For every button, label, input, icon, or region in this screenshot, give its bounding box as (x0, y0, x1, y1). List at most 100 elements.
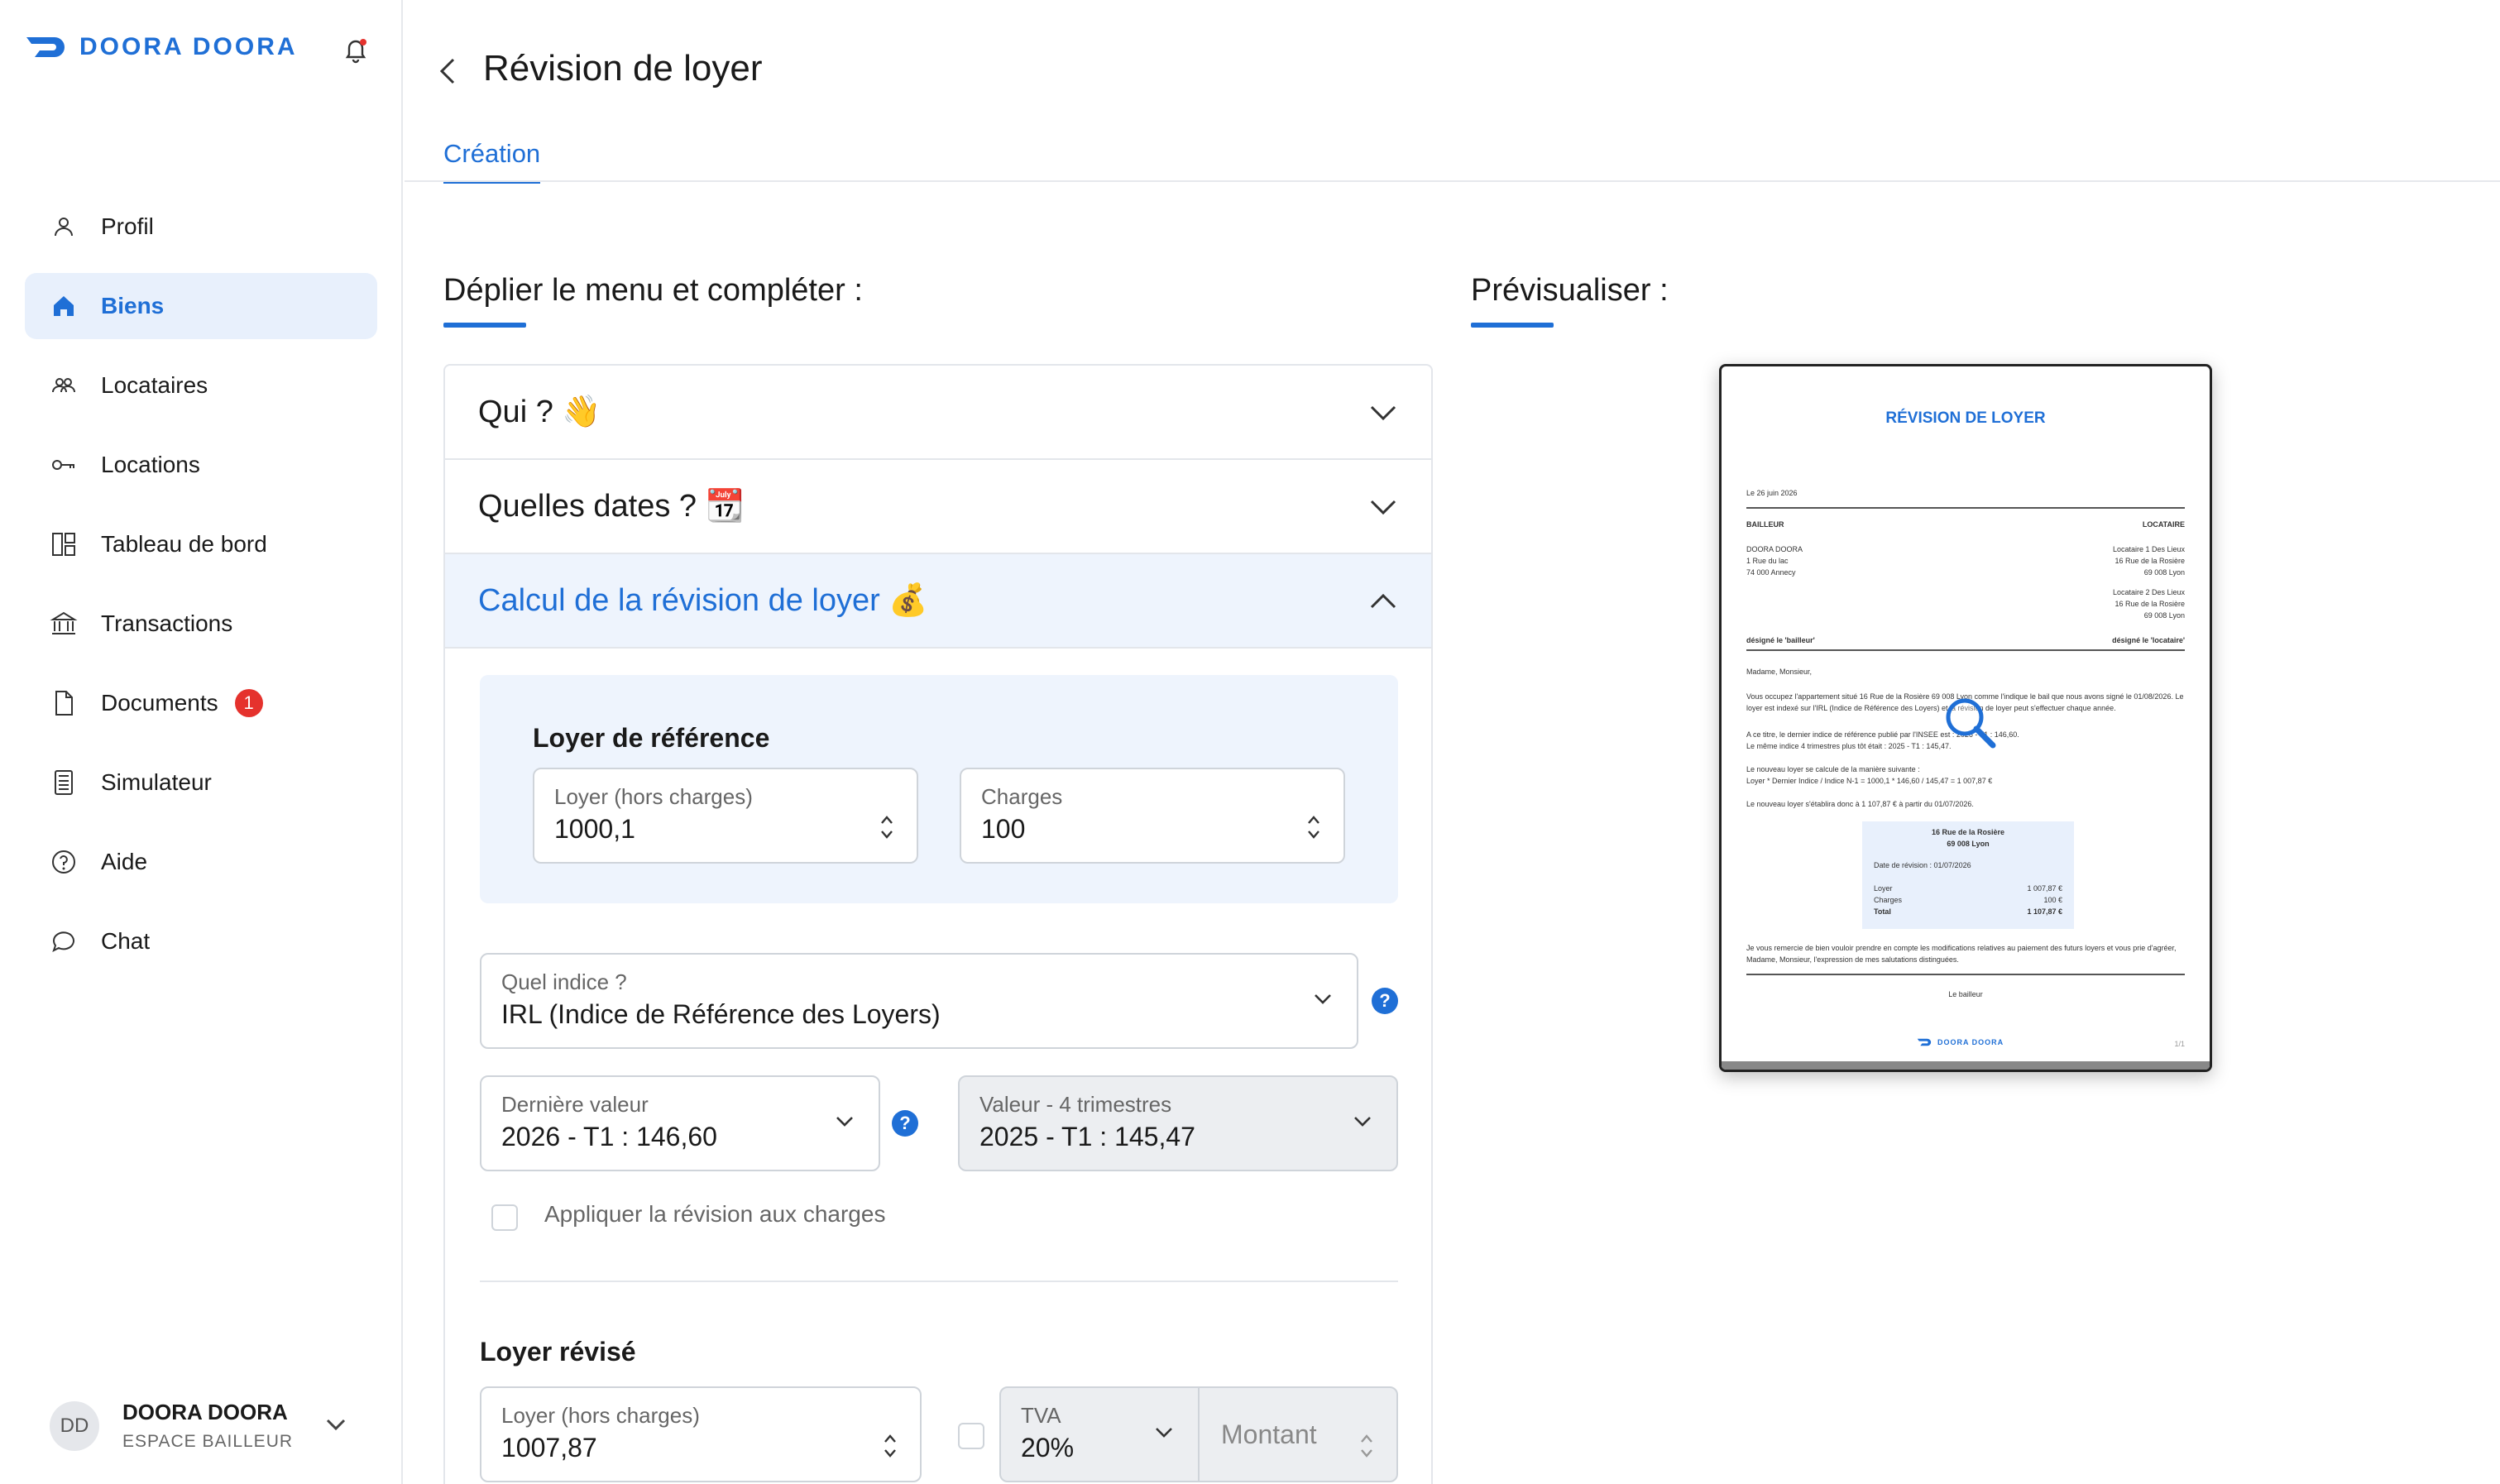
header-divider (405, 180, 2500, 182)
chevron-down-icon (1156, 1428, 1172, 1438)
accordion-calcul[interactable]: Calcul de la révision de loyer 💰 (445, 554, 1431, 649)
calculator-icon (55, 770, 73, 795)
sidebar-item-label: Documents (101, 690, 218, 716)
stepper-icon[interactable] (1358, 1431, 1375, 1461)
index-help-icon[interactable]: ? (1372, 988, 1398, 1014)
doora-logo-icon (26, 37, 65, 57)
back-arrow-icon[interactable] (435, 55, 460, 88)
chevron-down-icon[interactable] (323, 1411, 349, 1438)
amount-placeholder: Montant (1221, 1419, 1317, 1449)
form-heading: Déplier le menu et compléter : (443, 273, 863, 308)
stepper-icon[interactable] (1305, 812, 1322, 842)
doc-line: Locataire 1 Des Lieux (2112, 545, 2185, 553)
sidebar-item-label: Locataires (101, 372, 208, 398)
last-value-help-icon[interactable]: ? (892, 1110, 918, 1137)
notification-badge: 1 (234, 689, 263, 717)
field-label: Loyer (hors charges) (554, 784, 753, 809)
apply-charges-label: Appliquer la révision aux charges (544, 1201, 886, 1227)
chevron-down-icon (836, 1117, 853, 1127)
doc-box-title: 16 Rue de la Rosière (1931, 828, 2005, 836)
users-icon (52, 378, 75, 393)
doc-closing: Je vous remercie de bien vouloir prendre… (1746, 944, 2177, 964)
doc-bailleur-address: DOORA DOORA 1 Rue du lac 74 000 Annecy (1746, 543, 1803, 578)
help-icon (52, 850, 75, 874)
reference-rent-panel: Loyer de référence Loyer (hors charges) … (480, 675, 1398, 903)
doc-paragraph: Loyer * Dernier Indice / Indice N-1 = 10… (1746, 777, 1993, 785)
reference-charges-input[interactable]: Charges 100 (960, 768, 1345, 864)
accordion-title: Calcul de la révision de loyer 💰 (478, 583, 928, 618)
last-value-select[interactable]: Dernière valeur 2026 - T1 : 146,60 (480, 1075, 880, 1171)
doc-line: Locataire 2 Des Lieux (2112, 588, 2185, 596)
chat-icon (52, 931, 74, 952)
doc-line: DOORA DOORA (1746, 545, 1803, 553)
field-value: 20% (1021, 1433, 1075, 1462)
sidebar-item-biens[interactable]: Biens (25, 273, 377, 339)
apply-charges-checkbox[interactable] (491, 1204, 518, 1231)
page-title: Révision de loyer (483, 48, 763, 89)
field-value: 100 (981, 814, 1026, 844)
accordion-qui[interactable]: Qui ? 👋 (445, 366, 1431, 460)
doc-bailleur-heading: BAILLEUR (1746, 520, 1784, 529)
field-value: 1007,87 (501, 1433, 597, 1462)
doc-row-label: Loyer (1874, 884, 1893, 893)
doc-footer-brand-name: DOORA DOORA (1937, 1038, 2004, 1046)
field-label: Quel indice ? (501, 969, 627, 994)
bank-icon (50, 611, 78, 634)
doc-page-number: 1/1 (2174, 1040, 2185, 1048)
doc-box-date: Date de révision : 01/07/2026 (1874, 861, 1971, 869)
reference-rent-input[interactable]: Loyer (hors charges) 1000,1 (533, 768, 918, 864)
sidebar-item-locataires[interactable]: Locataires (25, 352, 377, 419)
stepper-icon[interactable] (882, 1431, 898, 1461)
sidebar-item-aide[interactable]: Aide (25, 829, 377, 895)
sidebar-item-chat[interactable]: Chat (25, 908, 377, 974)
doora-logo-icon (1917, 1038, 1932, 1046)
doc-row-label: Total (1874, 907, 1891, 916)
sidebar-item-label: Chat (101, 928, 151, 954)
form-accordion: Qui ? 👋 Quelles dates ? 📆 Calcul de la r… (443, 364, 1433, 1484)
bell-icon[interactable] (341, 35, 371, 65)
sidebar-item-documents[interactable]: Documents 1 (25, 670, 377, 736)
doc-rule (1746, 507, 2185, 509)
stepper-icon[interactable] (879, 812, 895, 842)
user-menu[interactable]: DD DOORA DOORA ESPACE BAILLEUR (50, 1400, 346, 1452)
doc-designe-locataire: désigné le 'locataire' (2112, 636, 2185, 644)
doc-line: 16 Rue de la Rosière (2114, 600, 2185, 608)
sidebar-item-simulateur[interactable]: Simulateur (25, 749, 377, 816)
doc-locataire-heading: LOCATAIRE (2142, 520, 2185, 529)
brand-name: DOORA DOORA (79, 33, 298, 60)
preview-heading: Prévisualiser : (1471, 273, 1669, 308)
home-icon (54, 296, 74, 316)
doc-tenant1-address: Locataire 1 Des Lieux 16 Rue de la Rosiè… (2113, 543, 2185, 578)
doc-footer-bar (1722, 1061, 2210, 1070)
tva-amount-input[interactable]: Montant (1201, 1388, 1396, 1481)
sidebar-item-locations[interactable]: Locations (25, 432, 377, 498)
index-select[interactable]: Quel indice ? IRL (Indice de Référence d… (480, 953, 1358, 1049)
key-icon (52, 460, 74, 470)
zoom-magnifier-icon[interactable] (1943, 696, 1998, 750)
sidebar-item-profil[interactable]: Profil (25, 194, 377, 260)
tab-creation[interactable]: Création (443, 139, 541, 184)
sidebar-item-transactions[interactable]: Transactions (25, 591, 377, 657)
brand-logo[interactable]: DOORA DOORA (26, 33, 298, 61)
section-divider (480, 1281, 1398, 1282)
doc-line: 16 Rue de la Rosière (2114, 557, 2185, 565)
doc-tenant2-address: Locataire 2 Des Lieux 16 Rue de la Rosiè… (2113, 586, 2185, 621)
tva-checkbox[interactable] (958, 1423, 984, 1449)
previous-value-select[interactable]: Valeur - 4 trimestres 2025 - T1 : 145,47 (958, 1075, 1398, 1171)
sidebar-item-label: Aide (101, 849, 148, 874)
doc-designe-bailleur: désigné le 'bailleur' (1746, 636, 1815, 644)
sidebar-item-label: Tableau de bord (101, 531, 267, 557)
accordion-title: Quelles dates ? 📆 (478, 489, 745, 524)
field-value: IRL (Indice de Référence des Loyers) (501, 999, 941, 1029)
field-label: Charges (981, 784, 1063, 809)
doc-date: Le 26 juin 2026 (1746, 489, 1798, 497)
field-value: 2025 - T1 : 145,47 (979, 1122, 1195, 1151)
tva-select[interactable]: TVA 20% (1001, 1388, 1200, 1481)
revised-rent-input[interactable]: Loyer (hors charges) 1007,87 (480, 1386, 922, 1482)
sidebar-item-tableau-de-bord[interactable]: Tableau de bord (25, 511, 377, 577)
avatar: DD (50, 1400, 99, 1451)
doc-line: 69 008 Lyon (2143, 611, 2185, 620)
document-preview[interactable]: RÉVISION DE LOYER Le 26 juin 2026 BAILLE… (1719, 364, 2212, 1072)
accordion-title: Qui ? 👋 (478, 395, 601, 429)
accordion-dates[interactable]: Quelles dates ? 📆 (445, 460, 1431, 554)
